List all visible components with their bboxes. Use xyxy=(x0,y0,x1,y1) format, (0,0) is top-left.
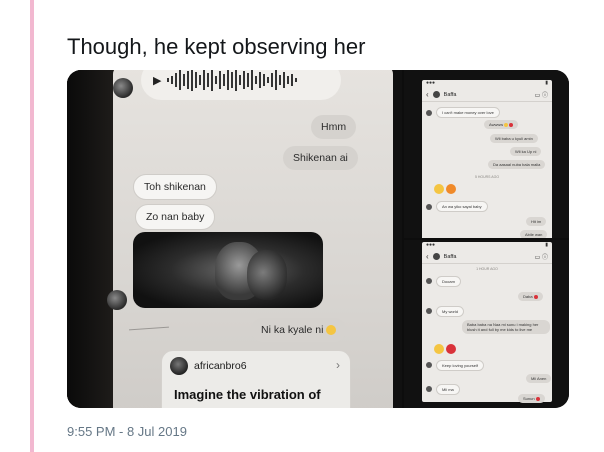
message-bubble-sent: Mli Anen xyxy=(526,374,552,383)
message-bubble-sent: Sunun xyxy=(518,394,545,403)
smiling-emoji-icon xyxy=(434,184,444,194)
video-call-icon: ▭ ⓘ xyxy=(534,255,548,261)
laughing-emoji-icon xyxy=(326,325,337,336)
phone-chat-screen: ●●● ▮ ‹ Baffa ▭ ⓘ 1 HOUR AGO Dooam Daba M… xyxy=(422,242,552,403)
chat-contact-name: Baffa xyxy=(443,253,457,260)
message-timestamp: 5 HOURS AGO xyxy=(474,175,500,179)
shared-post-card: africanbro6 › Imagine the vibration of xyxy=(161,350,351,408)
avatar xyxy=(432,253,440,260)
chevron-right-icon: › xyxy=(336,358,340,372)
message-bubble-sent: Abile wan xyxy=(520,230,548,238)
sender-avatar xyxy=(426,362,432,368)
media-photo-top-right[interactable]: ●●● ▮ ‹ Baffa ▭ ⓘ I can't make money over… xyxy=(404,70,569,238)
waveform-icon xyxy=(167,70,298,92)
sender-avatar xyxy=(107,290,127,310)
message-text: Awwww xyxy=(489,122,504,127)
message-text: Ni ka kyale ni xyxy=(261,324,324,336)
heart-icon xyxy=(509,122,514,127)
message-bubble-received: My world xyxy=(436,306,465,317)
red-heart-icon xyxy=(446,344,456,354)
message-bubble-sent: Shikenan ai xyxy=(283,146,358,170)
avatar xyxy=(432,91,440,98)
message-bubble-sent: Baba baba na Naa mi sunu i making her bl… xyxy=(462,320,550,334)
emoji-icon xyxy=(504,122,509,127)
post-username: africanbro6 xyxy=(194,360,247,372)
sender-avatar xyxy=(426,110,432,116)
sender-avatar xyxy=(426,278,432,284)
message-bubble-received: I can't make money over love xyxy=(436,107,500,118)
message-bubble-received: An wa yiko sayal baby xyxy=(436,201,488,212)
message-bubble-sent: Da aasaal nuba bala malia xyxy=(488,160,546,169)
message-bubble-sent: Awwww xyxy=(484,120,519,129)
chat-header: ‹ Baffa ▭ ⓘ xyxy=(422,250,552,264)
tweet-text: Though, he kept observing her xyxy=(67,34,366,59)
message-text: Sunun xyxy=(523,396,535,401)
voice-message: ▶ xyxy=(141,70,341,100)
sender-avatar xyxy=(426,204,432,210)
sender-avatar xyxy=(426,386,432,392)
message-bubble-received: Dooam xyxy=(436,276,461,287)
sender-avatar xyxy=(113,78,133,98)
post-caption: Imagine the vibration of xyxy=(174,387,321,402)
heart-icon xyxy=(535,396,540,401)
orange-heart-icon xyxy=(446,184,456,194)
message-bubble-received: Zo nan baby xyxy=(135,204,216,230)
tweet-timestamp[interactable]: 9:55 PM - 8 Jul 2019 xyxy=(67,424,187,439)
message-text: Daba xyxy=(523,294,533,299)
status-bar: ●●● ▮ xyxy=(426,80,548,86)
media-photo-main[interactable]: ▶ Hmm Shikenan ai Toh shikenan Zo nan ba… xyxy=(67,70,402,408)
phone-chat-screen: ●●● ▮ ‹ Baffa ▭ ⓘ I can't make money over… xyxy=(422,80,552,238)
status-bar: ●●● ▮ xyxy=(426,242,548,248)
chat-header: ‹ Baffa ▭ ⓘ xyxy=(422,88,552,102)
message-bubble-sent: Wli baba u kyuli amin xyxy=(490,134,538,143)
message-timestamp: 1 HOUR AGO xyxy=(476,267,498,271)
photo-subject-2 xyxy=(247,250,287,300)
message-bubble-received: Toh shikenan xyxy=(133,174,217,200)
sender-avatar xyxy=(426,308,432,314)
message-bubble-sent: Wli ka Up ni xyxy=(510,147,542,156)
post-avatar xyxy=(170,357,188,375)
message-bubble-sent: Daba xyxy=(518,292,543,301)
photo-message xyxy=(133,232,323,308)
video-call-icon: ▭ ⓘ xyxy=(534,93,548,99)
message-bubble-received: Keep loving yourself xyxy=(436,360,485,371)
message-bubble-sent: Hmm xyxy=(311,115,357,139)
media-grid[interactable]: ▶ Hmm Shikenan ai Toh shikenan Zo nan ba… xyxy=(67,70,569,408)
message-bubble-sent: Hit im xyxy=(526,217,547,226)
thread-connector-line xyxy=(30,0,34,452)
message-bubble-sent: Ni ka kyale ni xyxy=(251,318,347,342)
heart-eyes-emoji-icon xyxy=(434,344,444,354)
chat-contact-name: Baffa xyxy=(443,91,457,98)
heart-icon xyxy=(533,294,538,299)
back-arrow-icon: ‹ xyxy=(426,252,429,261)
media-photo-bottom-right[interactable]: ●●● ▮ ‹ Baffa ▭ ⓘ 1 HOUR AGO Dooam Daba M… xyxy=(404,240,569,408)
play-icon: ▶ xyxy=(153,74,162,87)
message-bubble-received: Mli ma xyxy=(436,384,460,395)
back-arrow-icon: ‹ xyxy=(426,90,429,99)
